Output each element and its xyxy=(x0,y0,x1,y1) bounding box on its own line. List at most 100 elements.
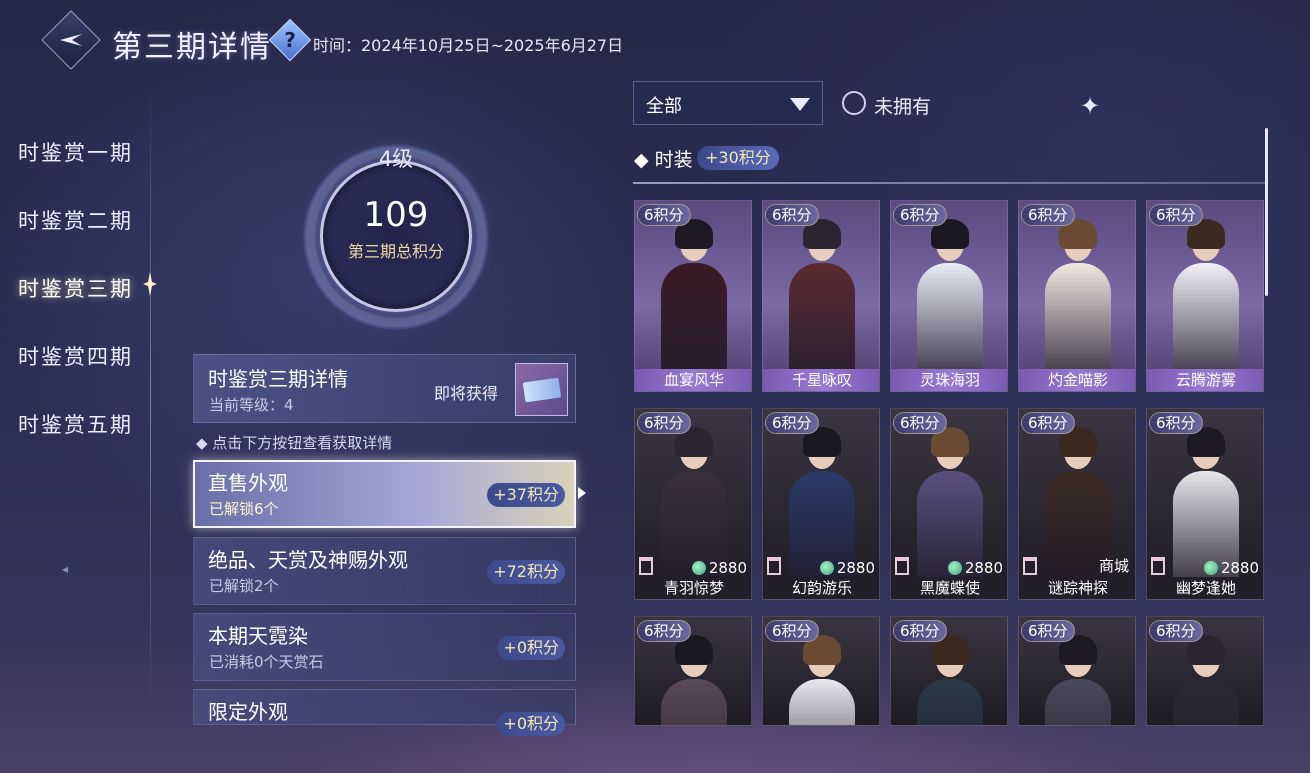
points-badge: 6积分 xyxy=(637,204,691,226)
outfit-name: 血宴风华 xyxy=(635,369,751,391)
points-badge: 6积分 xyxy=(893,204,947,226)
gem-coin-icon xyxy=(947,561,962,575)
not-owned-radio[interactable] xyxy=(842,91,866,115)
outfit-card[interactable]: 6积分 xyxy=(1018,616,1136,726)
character-figure xyxy=(657,635,731,725)
points-badge: 6积分 xyxy=(637,412,691,434)
filter-selected: 全部 xyxy=(646,96,682,117)
total-score: 109 xyxy=(363,195,429,235)
price-value: 2880 xyxy=(1220,559,1259,577)
outfit-card[interactable]: 6积分灵珠海羽 xyxy=(890,200,1008,392)
section-points: +30积分 xyxy=(697,146,779,170)
category-points: +0积分 xyxy=(497,636,565,660)
price: 2880 xyxy=(947,559,1003,577)
tag-icon xyxy=(639,557,653,575)
sparkle-icon: ✦ xyxy=(1080,92,1101,120)
character-figure xyxy=(1169,219,1243,391)
page-title: 第三期详情 xyxy=(112,30,272,65)
outfit-name: 谜踪神探 xyxy=(1019,577,1135,599)
price-value: 2880 xyxy=(836,559,875,577)
outfit-card[interactable]: 6积分幻韵游乐 2880 xyxy=(762,408,880,600)
shop-label: 商城 xyxy=(1098,557,1129,575)
nav-item-3[interactable]: 时鉴赏三期 xyxy=(18,273,133,303)
points-badge: 6积分 xyxy=(1149,620,1203,642)
character-figure xyxy=(913,635,987,725)
hint-text: ◆ 点击下方按钮查看获取详情 xyxy=(196,434,393,452)
outfit-name: 黑魔蝶使 xyxy=(891,577,1007,599)
tag-icon xyxy=(895,557,909,575)
points-badge: 6积分 xyxy=(1021,412,1075,434)
points-badge: 6积分 xyxy=(765,204,819,226)
category-points: +37积分 xyxy=(487,483,565,507)
nav-item-4[interactable]: 时鉴赏四期 xyxy=(18,341,133,371)
gem-coin-icon xyxy=(819,561,834,575)
outfit-card[interactable]: 6积分 xyxy=(762,616,880,726)
character-figure xyxy=(657,219,731,391)
character-figure xyxy=(785,635,859,725)
outfit-card[interactable]: 6积分 xyxy=(634,616,752,726)
price: 2880 xyxy=(691,559,747,577)
reward-thumbnail[interactable] xyxy=(515,363,568,416)
price: 2880 xyxy=(1203,559,1259,577)
nav-item-5[interactable]: 时鉴赏五期 xyxy=(18,409,133,439)
gem-coin-icon xyxy=(1203,561,1218,575)
category-subtitle: 已解锁6个 xyxy=(209,500,279,518)
points-badge: 6积分 xyxy=(1149,412,1203,434)
tag-icon xyxy=(767,557,781,575)
category-points: +72积分 xyxy=(487,560,565,584)
outfit-name: 云腾游雾 xyxy=(1147,369,1263,391)
outfit-card[interactable]: 6积分千星咏叹 xyxy=(762,200,880,392)
back-button[interactable] xyxy=(41,10,101,70)
outfit-card[interactable]: 6积分血宴风华 xyxy=(634,200,752,392)
outfit-name: 灼金喵影 xyxy=(1019,369,1135,391)
outfit-card[interactable]: 6积分 青羽惊梦 2880 xyxy=(634,408,752,600)
score-ring-inner xyxy=(320,160,472,312)
character-figure xyxy=(913,219,987,391)
character-figure xyxy=(1041,635,1115,725)
category-title: 限定外观 xyxy=(208,700,288,724)
category-title: 绝品、天赏及神赐外观 xyxy=(208,548,408,572)
outfit-name: 灵珠海羽 xyxy=(891,369,1007,391)
help-icon[interactable]: ? xyxy=(268,18,312,62)
section-title: ◆ 时装 xyxy=(634,149,693,171)
outfit-card[interactable]: 6积分 灼金喵影 xyxy=(1018,200,1136,392)
character-figure xyxy=(785,219,859,391)
scrollbar[interactable] xyxy=(1265,128,1268,296)
price-value: 2880 xyxy=(964,559,1003,577)
section-divider xyxy=(633,182,1268,184)
outfit-name: 千星咏叹 xyxy=(763,369,879,391)
price-value: 2880 xyxy=(708,559,747,577)
gem-coin-icon xyxy=(691,561,706,575)
current-level: 当前等级：4 xyxy=(209,396,294,414)
tag-icon xyxy=(1023,557,1037,575)
nav-left-arrow-icon: ◂ xyxy=(62,562,69,576)
price: 2880 xyxy=(819,559,875,577)
outfit-name: 幽梦逢她 xyxy=(1147,577,1263,599)
nav-item-1[interactable]: 时鉴赏一期 xyxy=(18,137,133,167)
category-subtitle: 已解锁2个 xyxy=(209,577,279,595)
outfit-card[interactable]: 6积分 xyxy=(890,616,1008,726)
points-badge: 6积分 xyxy=(1149,204,1203,226)
points-badge: 6积分 xyxy=(1021,620,1075,642)
points-badge: 6积分 xyxy=(765,412,819,434)
points-badge: 6积分 xyxy=(893,620,947,642)
filter-dropdown[interactable]: 全部 xyxy=(633,81,823,125)
total-score-label: 第三期总积分 xyxy=(347,242,444,261)
points-badge: 6积分 xyxy=(765,620,819,642)
points-badge: 6积分 xyxy=(637,620,691,642)
points-badge: 6积分 xyxy=(893,412,947,434)
category-subtitle: 已消耗0个天赏石 xyxy=(209,653,324,671)
outfit-card[interactable]: 6积分谜踪神探 商城 xyxy=(1018,408,1136,600)
outfit-card[interactable]: 6积分 xyxy=(1146,616,1264,726)
tag-icon xyxy=(1151,557,1165,575)
outfit-card[interactable]: 6积分云腾游雾 xyxy=(1146,200,1264,392)
soon-label: 即将获得 xyxy=(434,384,499,403)
nav-divider xyxy=(150,80,151,720)
active-indicator-icon xyxy=(578,487,586,499)
outfit-card[interactable]: 6积分幽梦逢她 2880 xyxy=(1146,408,1264,600)
outfit-name: 幻韵游乐 xyxy=(763,577,879,599)
nav-item-2[interactable]: 时鉴赏二期 xyxy=(18,205,133,235)
back-arrow-icon xyxy=(60,34,82,46)
category-title: 本期天霓染 xyxy=(208,624,308,648)
outfit-card[interactable]: 6积分黑魔蝶使 2880 xyxy=(890,408,1008,600)
